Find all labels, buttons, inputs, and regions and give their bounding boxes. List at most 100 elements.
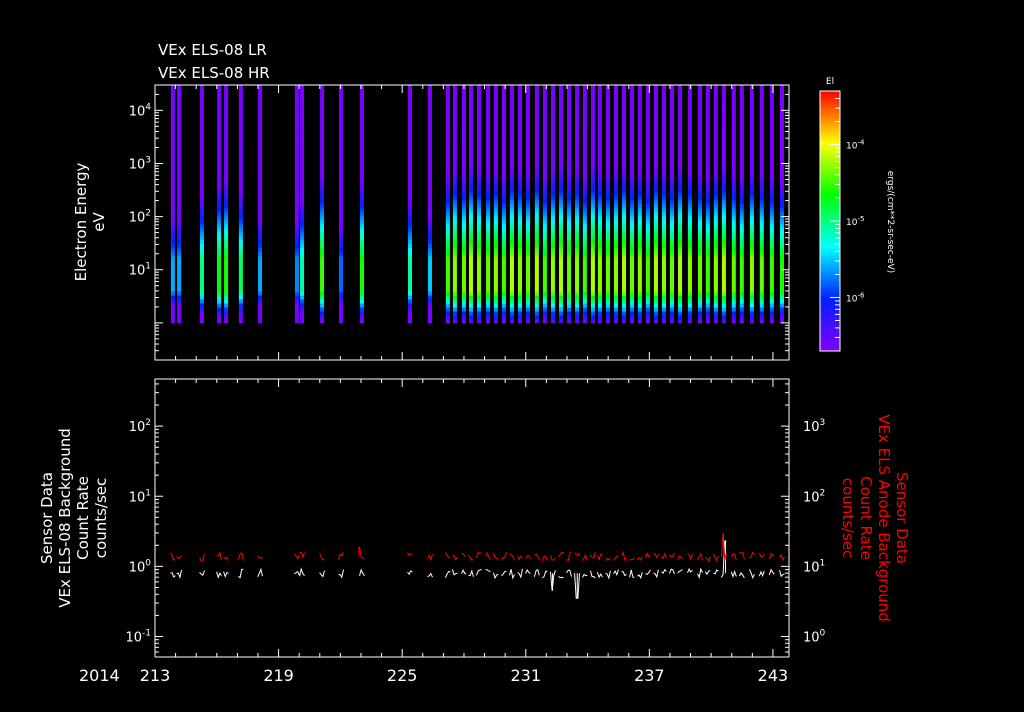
spectrogram-cell	[731, 140, 736, 145]
spectrogram-cell	[721, 188, 726, 193]
spectrogram-cell	[238, 310, 243, 316]
spectrogram-cell	[575, 215, 580, 221]
spectrogram-cell	[705, 279, 710, 284]
spectrogram-cell	[567, 299, 572, 304]
spectrogram-cell	[427, 136, 432, 142]
spectrogram-cell	[721, 307, 726, 312]
spectrogram-cell	[645, 116, 650, 122]
spectrogram-cell	[769, 199, 774, 205]
spectrogram-cell	[360, 199, 365, 205]
spectrogram-cell	[575, 310, 580, 316]
spectrogram-cell	[224, 299, 229, 304]
spectrogram-cell	[622, 299, 627, 304]
spectrogram-cell	[461, 219, 466, 225]
spectrogram-cell	[238, 295, 243, 300]
spectrogram-cell	[526, 247, 531, 253]
spectrogram-cell	[597, 215, 602, 221]
spectrogram-cell	[731, 168, 736, 173]
spectrogram-cell	[661, 100, 666, 106]
spectrogram-cell	[749, 219, 754, 225]
spectrogram-cell	[759, 255, 764, 260]
spectrogram-cell	[338, 85, 343, 90]
spectrogram-cell	[769, 211, 774, 217]
spectrogram-cell	[517, 271, 522, 276]
spectrogram-cell	[486, 295, 491, 300]
spectrogram-cell	[199, 271, 204, 276]
spectrogram-cell	[597, 227, 602, 233]
spectrogram-cell	[452, 196, 457, 201]
spectrogram-cell	[605, 243, 610, 249]
spectrogram-cell	[452, 291, 457, 296]
spectrogram-cell	[645, 287, 650, 292]
spectrogram-cell	[558, 219, 563, 225]
right-ytick-label-base: 10	[803, 420, 820, 435]
spectrogram-cell	[705, 239, 710, 245]
spectrogram-cell	[501, 104, 506, 110]
spectrogram-cell	[534, 199, 539, 205]
spectrogram-cell	[713, 259, 718, 264]
spectrogram-cell	[759, 92, 764, 98]
spectrogram-cell	[575, 299, 580, 304]
spectrogram-cell	[713, 128, 718, 134]
spectrogram-cell	[199, 203, 204, 209]
spectrogram-cell	[575, 172, 580, 177]
spectrogram-cell	[605, 271, 610, 276]
spectrogram-cell	[199, 199, 204, 205]
spectrogram-cell	[759, 227, 764, 233]
spectrogram-cell	[605, 108, 610, 114]
spectrogram-cell	[501, 203, 506, 209]
spectrogram-cell	[661, 267, 666, 272]
spectrogram-cell	[360, 251, 365, 256]
spectrogram-cell	[486, 160, 491, 165]
spectrogram-cell	[477, 307, 482, 312]
spectrogram-cell	[224, 207, 229, 213]
spectrogram-cell	[300, 180, 305, 185]
spectrogram-cell	[749, 104, 754, 110]
spectrogram-cell	[779, 176, 784, 181]
spectrogram-cell	[294, 188, 299, 193]
spectrogram-cell	[731, 92, 736, 98]
spectrogram-cell	[567, 124, 572, 130]
spectrogram-cell	[637, 196, 642, 201]
spectrogram-cell	[670, 203, 675, 209]
spectrogram-cell	[721, 314, 726, 320]
spectrogram-cell	[678, 192, 683, 197]
spectrogram-cell	[534, 203, 539, 209]
spectrogram-cell	[567, 144, 572, 149]
spectrogram-cell	[597, 152, 602, 157]
spectrogram-cell	[739, 116, 744, 122]
spectrogram-cell	[613, 243, 618, 249]
spectrogram-cell	[605, 227, 610, 233]
spectrogram-cell	[294, 116, 299, 122]
spectrogram-cell	[493, 263, 498, 268]
spectrogram-cell	[739, 88, 744, 94]
spectrogram-cell	[238, 152, 243, 157]
spectrogram-cell	[739, 223, 744, 229]
spectrogram-cell	[558, 108, 563, 114]
spectrogram-cell	[653, 180, 658, 185]
spectrogram-cell	[605, 168, 610, 173]
spectrogram-cell	[721, 219, 726, 225]
spectrogram-cell	[739, 247, 744, 253]
spectrogram-cell	[238, 267, 243, 272]
spectrogram-cell	[769, 144, 774, 149]
spectrogram-cell	[622, 199, 627, 205]
spectrogram-cell	[558, 271, 563, 276]
spectrogram-cell	[698, 152, 703, 157]
spectrogram-cell	[678, 152, 683, 157]
spectrogram-cell	[678, 247, 683, 253]
spectrogram-cell	[408, 243, 413, 249]
spectrogram-cell	[731, 287, 736, 292]
spectrogram-cell	[452, 287, 457, 292]
right-ytick-label: 101	[803, 558, 825, 575]
spectrogram-cell	[705, 96, 710, 102]
spectrogram-cell	[217, 88, 222, 94]
series-segment	[621, 570, 627, 577]
spectrogram-cell	[493, 279, 498, 284]
spectrogram-cell	[509, 156, 514, 161]
spectrogram-cell	[622, 85, 627, 90]
spectrogram-cell	[678, 275, 683, 280]
spectrogram-cell	[678, 112, 683, 118]
spectrogram-cell	[320, 247, 325, 253]
spectrogram-cell	[526, 88, 531, 94]
